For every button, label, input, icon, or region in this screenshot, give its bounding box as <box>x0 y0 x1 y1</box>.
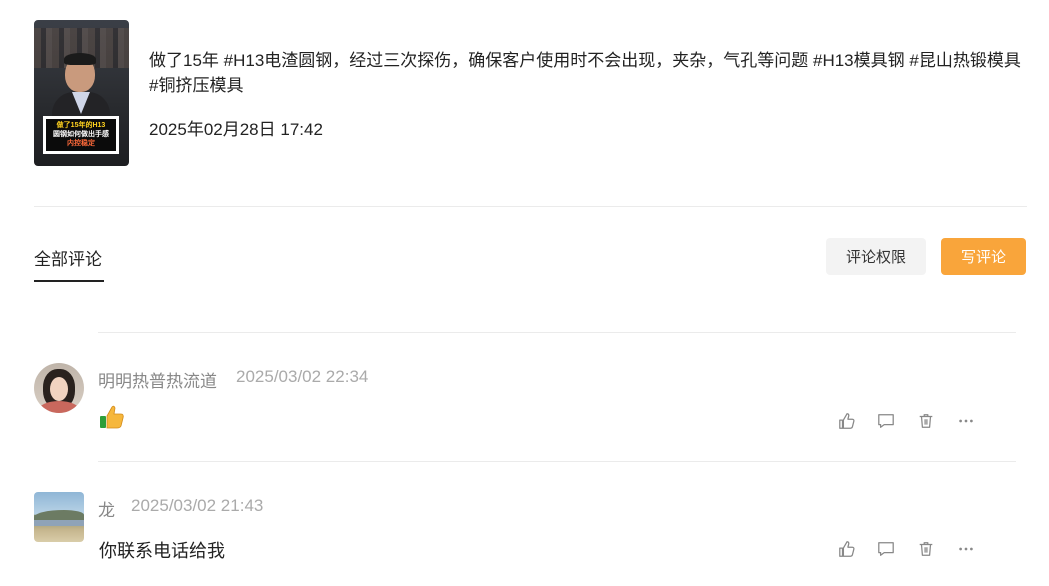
thumbs-up-emoji-icon <box>99 404 125 430</box>
delete-icon[interactable] <box>916 539 936 559</box>
comment-text: 你联系电话给我 <box>99 541 225 561</box>
avatar[interactable] <box>34 363 84 413</box>
comment-time: 2025/03/02 21:43 <box>131 496 264 515</box>
post-timestamp: 2025年02月28日 17:42 <box>149 120 323 139</box>
delete-icon[interactable] <box>916 411 936 431</box>
tab-all-comments[interactable]: 全部评论 <box>34 245 102 270</box>
commenter-name[interactable]: 龙 <box>98 496 115 521</box>
avatar-water <box>34 520 84 526</box>
avatar[interactable] <box>34 492 84 542</box>
avatar-face <box>50 377 68 401</box>
thumbnail-caption-line: 内控稳定 <box>67 140 95 147</box>
like-icon[interactable] <box>837 539 857 559</box>
thumbnail-caption: 做了15年的H13 圆钢如何做出手感 内控稳定 <box>43 116 119 154</box>
more-icon[interactable] <box>956 539 976 559</box>
comment-divider <box>98 461 1016 462</box>
commenter-name[interactable]: 明明热普热流道 <box>98 367 217 392</box>
thumbnail-person-hair <box>64 53 96 65</box>
section-divider <box>34 206 1027 207</box>
thumbnail-caption-line: 圆钢如何做出手感 <box>53 131 109 138</box>
video-post: 做了15年的H13 圆钢如何做出手感 内控稳定 做了15年 #H13电渣圆钢，经… <box>34 20 1027 166</box>
like-icon[interactable] <box>837 411 857 431</box>
comment-time: 2025/03/02 22:34 <box>236 367 369 386</box>
avatar-shoulder <box>38 401 80 413</box>
reply-icon[interactable] <box>876 411 896 431</box>
comment-permission-button[interactable]: 评论权限 <box>826 238 926 275</box>
video-thumbnail[interactable]: 做了15年的H13 圆钢如何做出手感 内控稳定 <box>34 20 129 166</box>
post-description: 做了15年 #H13电渣圆钢，经过三次探伤，确保客户使用时不会出现，夹杂，气孔等… <box>149 51 1021 95</box>
write-comment-button[interactable]: 写评论 <box>941 238 1026 275</box>
more-icon[interactable] <box>956 411 976 431</box>
thumbnail-caption-line: 做了15年的H13 <box>56 122 106 129</box>
active-tab-indicator <box>34 280 104 282</box>
reply-icon[interactable] <box>876 539 896 559</box>
comment-divider <box>98 332 1016 333</box>
